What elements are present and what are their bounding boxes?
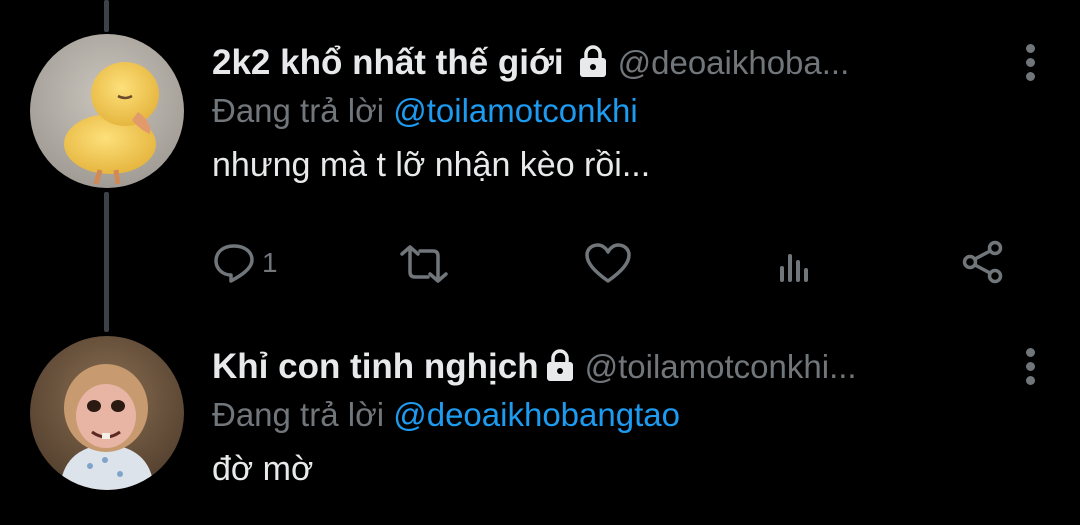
like-icon [585, 243, 631, 283]
user-handle[interactable]: @deoaikhoba... [618, 44, 850, 82]
replying-to: Đang trả lời @deoaikhobangtao [212, 396, 1040, 434]
retweet-button[interactable] [398, 244, 450, 284]
tweet-text: nhưng mà t lỡ nhận kèo rồi... [212, 146, 651, 184]
tweet-1[interactable]: 2k2 khổ nhất thế giới @deoaikhoba... Đan… [0, 0, 1080, 320]
share-icon [962, 240, 1003, 284]
tweet-2[interactable]: Khỉ con tinh nghịch @toilamotconkhi... Đ… [0, 320, 1080, 525]
tweet-actions: 1 [212, 238, 1012, 288]
replying-to-label: Đang trả lời [212, 396, 385, 433]
analytics-icon [780, 254, 808, 282]
tweet-text: đờ mờ [212, 450, 314, 488]
lock-icon [545, 348, 575, 387]
display-name[interactable]: 2k2 khổ nhất thế giới [212, 43, 564, 83]
more-options-icon[interactable] [1020, 40, 1040, 81]
share-button[interactable] [960, 240, 1006, 284]
tweet-header: Khỉ con tinh nghịch @toilamotconkhi... [212, 344, 1040, 390]
lock-icon [578, 44, 608, 83]
replying-to-handle[interactable]: @toilamotconkhi [393, 92, 637, 129]
display-name[interactable]: Khỉ con tinh nghịch [212, 347, 539, 387]
avatar-monkey[interactable] [30, 336, 184, 490]
avatar-duckling[interactable] [30, 34, 184, 188]
tweet-header: 2k2 khổ nhất thế giới @deoaikhoba... [212, 40, 1040, 86]
more-options-icon[interactable] [1020, 344, 1040, 385]
replying-to-label: Đang trả lời [212, 92, 385, 129]
like-button[interactable] [584, 242, 632, 284]
user-handle[interactable]: @toilamotconkhi... [585, 348, 857, 386]
retweet-icon [400, 245, 448, 283]
replying-to: Đang trả lời @toilamotconkhi [212, 92, 1040, 130]
reply-button[interactable]: 1 [212, 242, 278, 284]
reply-icon [214, 244, 254, 283]
reply-count: 1 [262, 247, 278, 278]
replying-to-handle[interactable]: @deoaikhobangtao [393, 396, 680, 433]
analytics-button[interactable] [778, 248, 812, 282]
